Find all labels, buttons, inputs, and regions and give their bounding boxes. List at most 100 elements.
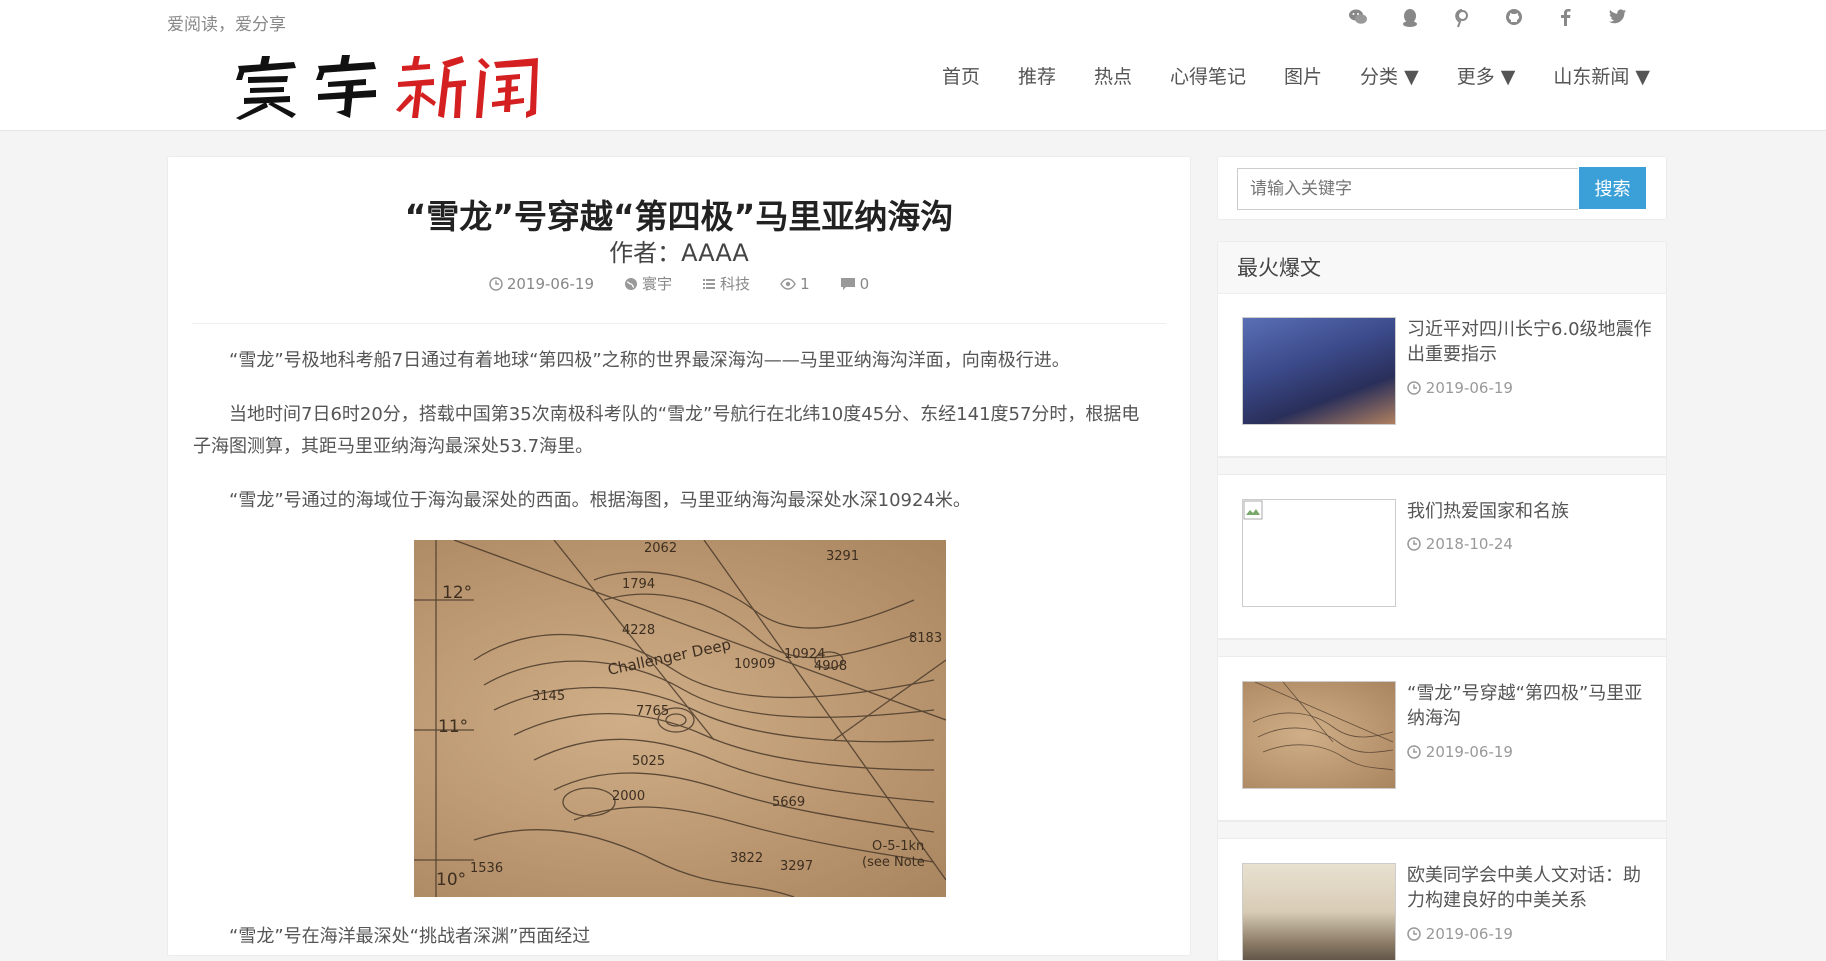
article-author: 作者：AAAA [609, 239, 749, 267]
article-paragraph: “雪龙”号极地科考船7日通过有着地球“第四极”之称的世界最深海沟——马里亚纳海沟… [229, 350, 1070, 371]
hot-item-date-text: 2019-06-19 [1425, 379, 1513, 397]
chart-label: 8183 [909, 631, 942, 646]
meta-date: 2019-06-19 [489, 273, 594, 294]
site-logo[interactable] [230, 52, 548, 122]
article-paragraph: “雪龙”号通过的海域位于海沟最深处的西面。根据海图，马里亚纳海沟最深处水深109… [229, 490, 971, 511]
hot-articles-heading: 最火爆文 [1218, 242, 1666, 294]
meta-date-text: 2019-06-19 [506, 274, 595, 293]
chart-label: 2000 [612, 789, 645, 804]
pinterest-icon[interactable] [1436, 8, 1488, 35]
hot-item-date: 2019-06-19 [1407, 925, 1513, 943]
chart-label: Challenger Deep [606, 635, 732, 679]
chart-label: 4228 [622, 623, 655, 638]
list-icon [703, 278, 716, 289]
broken-image-icon [1243, 500, 1263, 520]
site-header: 爱阅读，爱分享 首页 推荐 热点 心得笔记 图片 分类 ▼ 更多 ▼ 山东新闻 … [0, 0, 1826, 131]
chart-label: 4908 [814, 659, 847, 674]
chart-label: 11° [438, 717, 468, 737]
hot-item-title[interactable]: 欧美同学会中美人文对话：助力构建良好的中美关系 [1407, 863, 1652, 913]
chart-label: 2062 [644, 541, 677, 556]
github-icon[interactable] [1488, 8, 1540, 35]
hot-item-date: 2019-06-19 [1407, 379, 1513, 397]
article-card: “雪龙”号穿越“第四极”马里亚纳海沟 作者：AAAA 2019-06-19 寰宇… [167, 156, 1191, 956]
hot-item-date-text: 2019-06-19 [1425, 743, 1513, 761]
hot-item-title[interactable]: “雪龙”号穿越“第四极”马里亚纳海沟 [1407, 681, 1652, 731]
chart-label: 3297 [780, 859, 813, 874]
list-separator [1218, 821, 1666, 839]
list-item[interactable]: 我们热爱国家和名族 2018-10-24 [1218, 477, 1666, 639]
hot-item-date-text: 2018-10-24 [1425, 535, 1513, 553]
nav-pictures[interactable]: 图片 [1284, 62, 1322, 89]
chart-label: (see Note [862, 855, 925, 870]
site-slogan: 爱阅读，爱分享 [167, 15, 286, 35]
chart-label: 10° [436, 870, 466, 890]
qq-icon[interactable] [1384, 8, 1436, 35]
list-separator [1218, 639, 1666, 657]
nav-recommend[interactable]: 推荐 [1018, 62, 1056, 89]
chart-label: 12° [442, 583, 472, 603]
chart-label: 3291 [826, 549, 859, 564]
logo-calligraphy [236, 55, 538, 120]
clock-icon [1407, 745, 1421, 759]
twitter-icon[interactable] [1592, 8, 1644, 35]
broken-image-thumbnail[interactable] [1242, 499, 1396, 607]
clock-icon [1407, 381, 1421, 395]
nav-more-dropdown[interactable]: 更多 ▼ [1457, 62, 1516, 89]
nav-hot[interactable]: 热点 [1094, 62, 1132, 89]
list-separator [1218, 457, 1666, 475]
comment-icon [840, 277, 855, 290]
chart-label: O-5-1kn [872, 839, 924, 854]
article-paragraph: 当地时间7日6时20分，搭载中国第35次南极科考队的“雪龙”号航行在北纬10度4… [193, 404, 1140, 457]
chart-label: 3822 [730, 851, 763, 866]
hot-articles-widget: 最火爆文 习近平对四川长宁6.0级地震作出重要指示 2019-06-19 我们热… [1217, 241, 1667, 961]
article-image-nautical-chart: 12° 11° 10° Challenger Deep 10909 10924 … [414, 540, 946, 897]
meta-views: 1 [780, 273, 810, 294]
meta-comments-count: 0 [859, 274, 870, 293]
hot-item-title[interactable]: 习近平对四川长宁6.0级地震作出重要指示 [1407, 317, 1652, 367]
clock-icon [1407, 537, 1421, 551]
list-item[interactable]: 欧美同学会中美人文对话：助力构建良好的中美关系 2019-06-19 [1218, 841, 1666, 960]
facebook-icon[interactable] [1540, 8, 1592, 35]
chart-label: 7765 [636, 704, 669, 719]
nautical-chart-drawing: 12° 11° 10° Challenger Deep 10909 10924 … [414, 540, 946, 897]
meta-source-text: 寰宇 [642, 275, 673, 293]
nav-categories-dropdown[interactable]: 分类 ▼ [1360, 62, 1419, 89]
hot-item-date: 2019-06-19 [1407, 743, 1513, 761]
chart-label: 5025 [632, 754, 665, 769]
main-nav: 首页 推荐 热点 心得笔记 图片 分类 ▼ 更多 ▼ 山东新闻 ▼ [904, 62, 1650, 89]
social-links [1332, 8, 1644, 35]
hot-item-date: 2018-10-24 [1407, 535, 1513, 553]
chart-label: 5669 [772, 795, 805, 810]
list-item[interactable]: “雪龙”号穿越“第四极”马里亚纳海沟 2019-06-19 [1218, 659, 1666, 821]
chart-label: 1536 [470, 861, 503, 876]
article-title: “雪龙”号穿越“第四极”马里亚纳海沟 [404, 197, 954, 236]
article-meta: 2019-06-19 寰宇 科技 1 0 [168, 273, 1190, 294]
nav-home[interactable]: 首页 [942, 62, 980, 89]
meta-comments[interactable]: 0 [840, 273, 870, 294]
meta-source[interactable]: 寰宇 [624, 273, 672, 294]
chart-label: 1794 [622, 577, 655, 592]
chart-label: 10909 [734, 657, 775, 672]
nav-notes[interactable]: 心得笔记 [1170, 62, 1246, 89]
clock-icon [1407, 927, 1421, 941]
globe-icon [625, 277, 638, 290]
clock-icon [489, 276, 503, 291]
meta-category[interactable]: 科技 [702, 273, 750, 294]
nav-shandong-dropdown[interactable]: 山东新闻 ▼ [1553, 62, 1650, 89]
meta-category-text: 科技 [720, 275, 751, 293]
chart-label: 3145 [532, 689, 565, 704]
hot-item-date-text: 2019-06-19 [1425, 925, 1513, 943]
article-paragraph: “雪龙”号在海洋最深处“挑战者深渊”西面经过 [229, 926, 591, 947]
meta-views-count: 1 [800, 274, 810, 293]
search-input[interactable] [1237, 168, 1578, 210]
meta-divider [192, 323, 1166, 324]
thumbnail-chart-lines [1252, 682, 1394, 771]
search-button[interactable]: 搜索 [1579, 167, 1646, 209]
list-item[interactable]: 习近平对四川长宁6.0级地震作出重要指示 2019-06-19 [1218, 295, 1666, 457]
article-thumbnail[interactable] [1242, 317, 1396, 425]
article-thumbnail[interactable] [1242, 863, 1396, 960]
wechat-icon[interactable] [1332, 8, 1384, 35]
article-thumbnail[interactable] [1242, 681, 1396, 789]
eye-icon [780, 277, 796, 290]
hot-item-title[interactable]: 我们热爱国家和名族 [1407, 499, 1652, 524]
